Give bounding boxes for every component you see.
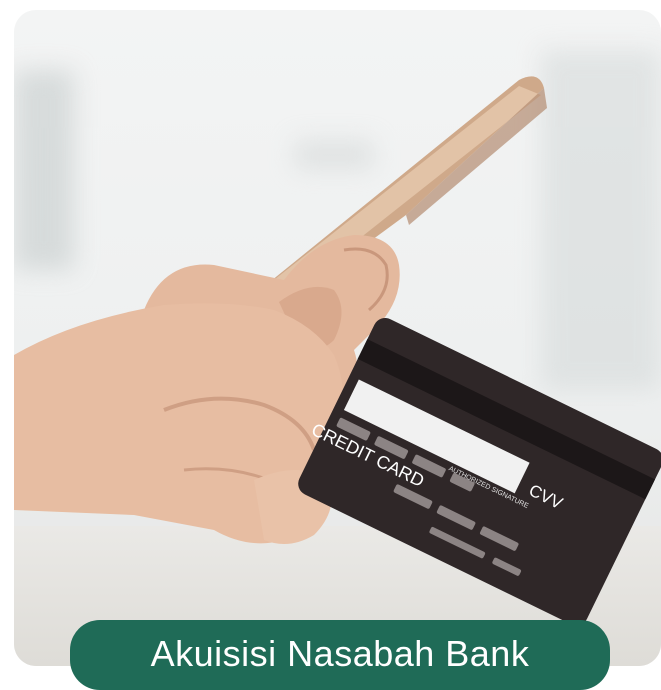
- banner-title: Akuisisi Nasabah Bank: [150, 633, 530, 674]
- photo-illustration: AUTHORIZED SIGNATURE CVV CREDIT CARD: [14, 76, 661, 626]
- title-banner: Akuisisi Nasabah Bank: [70, 620, 610, 690]
- hand-holding-card: [14, 303, 343, 544]
- hero-image: AUTHORIZED SIGNATURE CVV CREDIT CARD: [14, 10, 661, 666]
